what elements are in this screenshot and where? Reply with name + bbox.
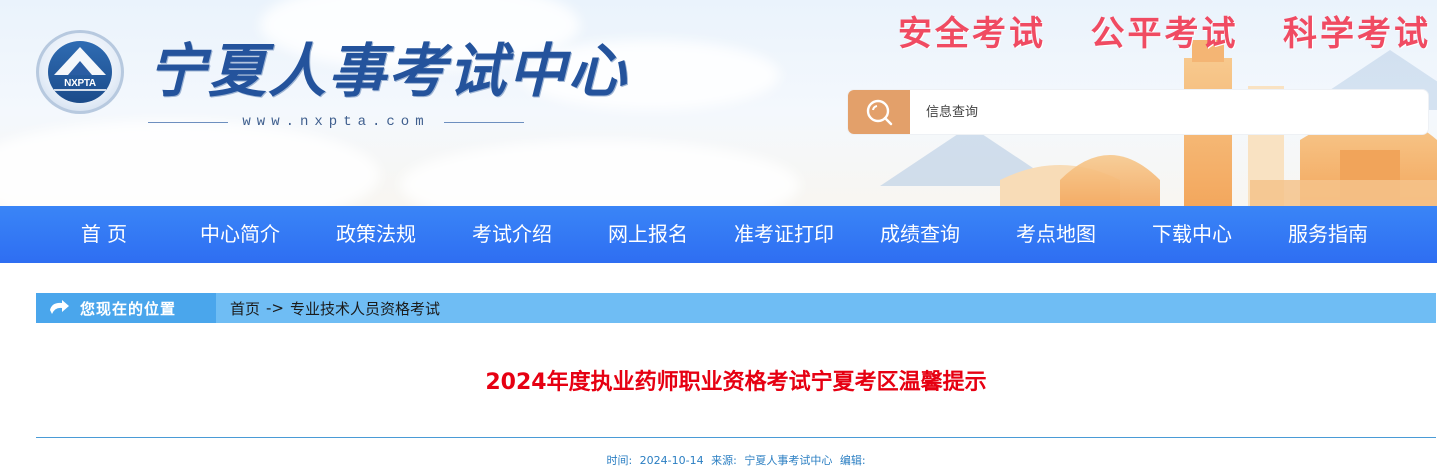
- location-arrow-icon: [50, 300, 69, 314]
- main-nav: 首 页 中心简介 政策法规 考试介绍 网上报名 准考证打印 成绩查询 考点地图 …: [0, 206, 1437, 263]
- site-url: www.nxpta.com: [242, 114, 430, 130]
- meta-time-value: 2024-10-14: [639, 454, 704, 467]
- slogan: 安全考试 公平考试 科学考试: [897, 14, 1431, 54]
- article-divider: [36, 437, 1436, 438]
- breadcrumb-label: 您现在的位置: [36, 293, 216, 323]
- logo-mountain-icon: [54, 47, 106, 91]
- logo-emblem: NXPTA: [48, 41, 112, 103]
- nav-item-admission-ticket[interactable]: 准考证打印: [716, 206, 852, 263]
- article-title: 2024年度执业药师职业资格考试宁夏考区温馨提示: [485, 370, 987, 395]
- site-header: NXPTA 宁夏人事考试中心 www.nxpta.com 安全考试 公平考试 科…: [0, 0, 1437, 206]
- nav-item-home[interactable]: 首 页: [36, 206, 172, 263]
- breadcrumb-separator: ->: [266, 299, 284, 317]
- divider: [443, 121, 524, 123]
- site-title: 宁夏人事考试中心: [148, 37, 629, 105]
- nav-item-score-query[interactable]: 成绩查询: [852, 206, 988, 263]
- nav-item-service-guide[interactable]: 服务指南: [1260, 206, 1396, 263]
- nav-item-exams[interactable]: 考试介绍: [444, 206, 580, 263]
- cloud-decoration: [400, 140, 800, 206]
- nav-item-about[interactable]: 中心简介: [172, 206, 308, 263]
- site-logo[interactable]: NXPTA: [36, 30, 124, 114]
- meta-source-value: 宁夏人事考试中心: [744, 454, 833, 467]
- breadcrumb-home-link[interactable]: 首页: [230, 298, 260, 319]
- article-meta: 时间: 2024-10-14 来源: 宁夏人事考试中心 编辑:: [36, 452, 1436, 468]
- nav-item-venue-map[interactable]: 考点地图: [988, 206, 1124, 263]
- nav-item-downloads[interactable]: 下载中心: [1124, 206, 1260, 263]
- search-icon: [866, 99, 893, 126]
- logo-text: NXPTA: [64, 78, 96, 89]
- meta-time-label: 时间:: [606, 454, 633, 467]
- search-button[interactable]: [848, 90, 910, 134]
- nav-item-registration[interactable]: 网上报名: [580, 206, 716, 263]
- breadcrumb-label-text: 您现在的位置: [80, 299, 177, 318]
- breadcrumb: 您现在的位置 首页 -> 专业技术人员资格考试: [36, 293, 1436, 323]
- site-url-row: www.nxpta.com: [148, 114, 524, 130]
- search-box: [848, 90, 1428, 134]
- search-input[interactable]: [910, 90, 1428, 134]
- meta-editor-label: 编辑:: [839, 454, 866, 467]
- breadcrumb-path: 首页 -> 专业技术人员资格考试: [216, 293, 446, 323]
- nav-item-policy[interactable]: 政策法规: [308, 206, 444, 263]
- cloud-decoration: [0, 120, 380, 206]
- breadcrumb-current-link[interactable]: 专业技术人员资格考试: [290, 298, 440, 319]
- divider: [148, 121, 229, 123]
- meta-source-label: 来源:: [711, 454, 737, 467]
